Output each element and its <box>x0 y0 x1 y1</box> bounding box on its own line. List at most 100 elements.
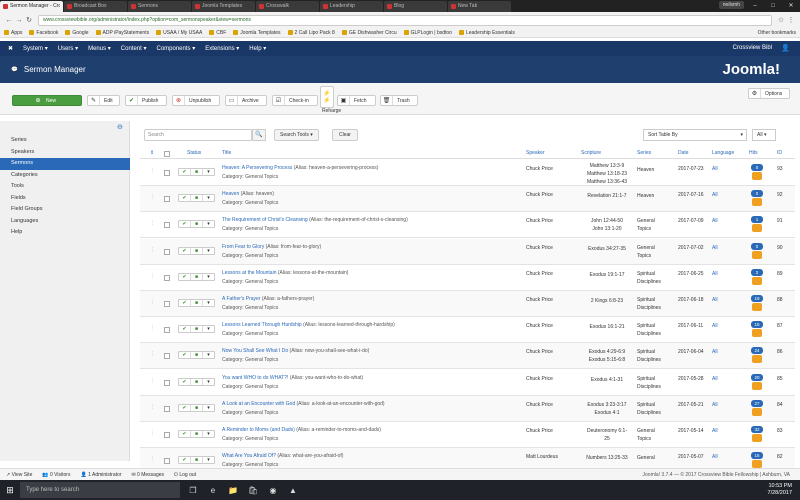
admin-menu-system[interactable]: System ▾ <box>23 45 48 52</box>
search-tools-button[interactable]: Search Tools ▾ <box>274 129 319 141</box>
actions-dropdown-icon[interactable]: ▾ <box>203 379 214 385</box>
drag-handle-icon[interactable]: ⋮ <box>150 430 155 436</box>
sermon-title-link[interactable]: Heaven: A Persevering Process <box>222 165 292 171</box>
drag-handle-icon[interactable]: ⋮ <box>150 168 155 174</box>
browser-tab[interactable]: Blog <box>384 0 447 12</box>
store-icon[interactable]: 🛍 <box>244 482 262 498</box>
sidebar-item-categories[interactable]: Categories <box>0 170 130 182</box>
bookmark-item[interactable]: CBF <box>209 30 226 36</box>
actions-dropdown-icon[interactable]: ▾ <box>203 248 214 254</box>
sermon-title-link[interactable]: Now You Shall See What I Do <box>222 348 288 354</box>
admin-menu-components[interactable]: Components ▾ <box>157 45 196 52</box>
chrome-icon[interactable]: ◉ <box>264 482 282 498</box>
actions-dropdown-icon[interactable]: ▾ <box>203 431 214 437</box>
reset-hits-icon[interactable] <box>752 434 762 442</box>
back-icon[interactable]: ← <box>4 17 14 24</box>
joomla-icon[interactable]: ✖ <box>8 45 13 52</box>
drag-handle-icon[interactable]: ⋮ <box>150 404 155 410</box>
header-id[interactable]: ID <box>777 150 782 156</box>
bookmark-item[interactable]: ADP iPayStatements <box>95 30 149 36</box>
featured-icon[interactable]: ■ <box>191 352 203 359</box>
featured-icon[interactable]: ■ <box>191 247 203 254</box>
published-icon[interactable]: ✔ <box>179 352 191 359</box>
sermon-title-link[interactable]: What Are You Afraid Of? <box>222 453 276 459</box>
drag-handle-icon[interactable]: ⋮ <box>150 299 155 305</box>
row-checkbox[interactable] <box>164 327 170 334</box>
reset-hits-icon[interactable] <box>752 224 762 233</box>
featured-icon[interactable]: ■ <box>191 378 203 385</box>
actions-dropdown-icon[interactable]: ▾ <box>203 457 214 463</box>
sidebar-collapse-icon[interactable]: ⊖ <box>117 123 123 131</box>
site-name-link[interactable]: Crossview Bibl <box>733 45 772 51</box>
header-language[interactable]: Language <box>712 150 734 156</box>
reload-icon[interactable]: ↻ <box>24 16 34 24</box>
bookmark-item[interactable]: Google <box>65 30 89 36</box>
drag-handle-icon[interactable]: ⋮ <box>150 220 155 226</box>
reset-hits-icon[interactable] <box>752 381 762 390</box>
actions-dropdown-icon[interactable]: ▾ <box>203 221 214 227</box>
header-date[interactable]: Date <box>678 150 689 156</box>
actions-dropdown-icon[interactable]: ▾ <box>203 195 214 201</box>
reset-hits-icon[interactable] <box>752 276 762 285</box>
header-title[interactable]: Title <box>222 150 231 156</box>
sermon-title-link[interactable]: Heaven <box>222 191 239 197</box>
sidebar-item-speakers[interactable]: Speakers <box>0 147 130 159</box>
sidebar-item-series[interactable]: Series <box>0 135 130 147</box>
menu-icon[interactable]: ⋮ <box>786 16 796 24</box>
clear-button[interactable]: Clear <box>332 129 358 141</box>
sidebar-item-sermons[interactable]: Sermons <box>0 158 130 170</box>
browser-tab[interactable]: Leadership <box>320 0 383 12</box>
featured-icon[interactable]: ■ <box>191 273 203 280</box>
new-button[interactable]: ⊕ New <box>12 95 82 106</box>
published-icon[interactable]: ✔ <box>179 247 191 254</box>
other-bookmarks[interactable]: Other bookmarks <box>758 30 796 36</box>
browser-tab[interactable]: Sermon Manager - Cro <box>0 0 63 12</box>
admin-menu-menus[interactable]: Menus ▾ <box>88 45 111 52</box>
fetch-button[interactable]: ▣ Fetch <box>337 95 376 106</box>
reset-hits-icon[interactable] <box>752 407 762 416</box>
reset-hits-icon[interactable] <box>752 355 762 364</box>
bookmark-item[interactable]: Apps <box>4 30 22 36</box>
trash-button[interactable]: 🗑 Trash <box>380 95 418 106</box>
sidebar-item-field-groups[interactable]: Field Groups <box>0 204 130 216</box>
sermon-title-link[interactable]: Lessons at the Mountain <box>222 270 276 276</box>
header-scripture[interactable]: Scripture <box>581 150 601 156</box>
actions-dropdown-icon[interactable]: ▾ <box>203 274 214 280</box>
rehit-button[interactable]: ⚡ ⚡ <box>320 86 334 108</box>
row-checkbox[interactable] <box>164 379 170 386</box>
actions-dropdown-icon[interactable]: ▾ <box>203 352 214 358</box>
header-hits[interactable]: Hits <box>749 150 758 156</box>
browser-tab[interactable]: Sermons <box>128 0 191 12</box>
published-icon[interactable]: ✔ <box>179 169 191 175</box>
published-icon[interactable]: ✔ <box>179 273 191 280</box>
statusbar-item[interactable]: ↗ View Site <box>6 472 32 478</box>
row-checkbox[interactable] <box>164 353 170 360</box>
file-explorer-icon[interactable]: 📁 <box>224 482 242 498</box>
reset-hits-icon[interactable] <box>752 250 762 259</box>
featured-icon[interactable]: ■ <box>191 326 203 333</box>
actions-dropdown-icon[interactable]: ▾ <box>203 326 214 332</box>
published-icon[interactable]: ✔ <box>179 221 191 228</box>
actions-dropdown-icon[interactable]: ▾ <box>203 169 214 175</box>
task-view-icon[interactable]: ❐ <box>184 482 202 498</box>
sermon-title-link[interactable]: A Father's Prayer <box>222 296 260 302</box>
sidebar-item-help[interactable]: Help <box>0 227 130 239</box>
drag-handle-icon[interactable]: ⋮ <box>150 194 155 200</box>
bookmark-item[interactable]: GE Dishwasher Circu <box>341 30 397 36</box>
featured-icon[interactable]: ■ <box>191 431 203 437</box>
featured-icon[interactable]: ■ <box>191 457 203 464</box>
admin-menu-extensions[interactable]: Extensions ▾ <box>205 45 239 52</box>
edit-button[interactable]: ✎ Edit <box>87 95 120 106</box>
statusbar-item[interactable]: 👤 1 Administrator <box>80 472 121 478</box>
drag-handle-icon[interactable]: ⋮ <box>150 247 155 253</box>
archive-button[interactable]: ▭ Archive <box>225 95 267 106</box>
row-checkbox[interactable] <box>164 458 170 465</box>
sermon-title-link[interactable]: From Fear to Glory <box>222 244 264 250</box>
row-checkbox[interactable] <box>164 405 170 412</box>
url-field[interactable]: www.crossviewbible.org/administrator/ind… <box>38 14 772 26</box>
statusbar-item[interactable]: ⏻ Log out <box>174 472 196 478</box>
minimize-icon[interactable]: – <box>746 0 764 12</box>
options-button[interactable]: ⚙ Options <box>748 88 790 99</box>
drag-handle-icon[interactable]: ⋮ <box>150 325 155 331</box>
published-icon[interactable]: ✔ <box>179 300 191 306</box>
